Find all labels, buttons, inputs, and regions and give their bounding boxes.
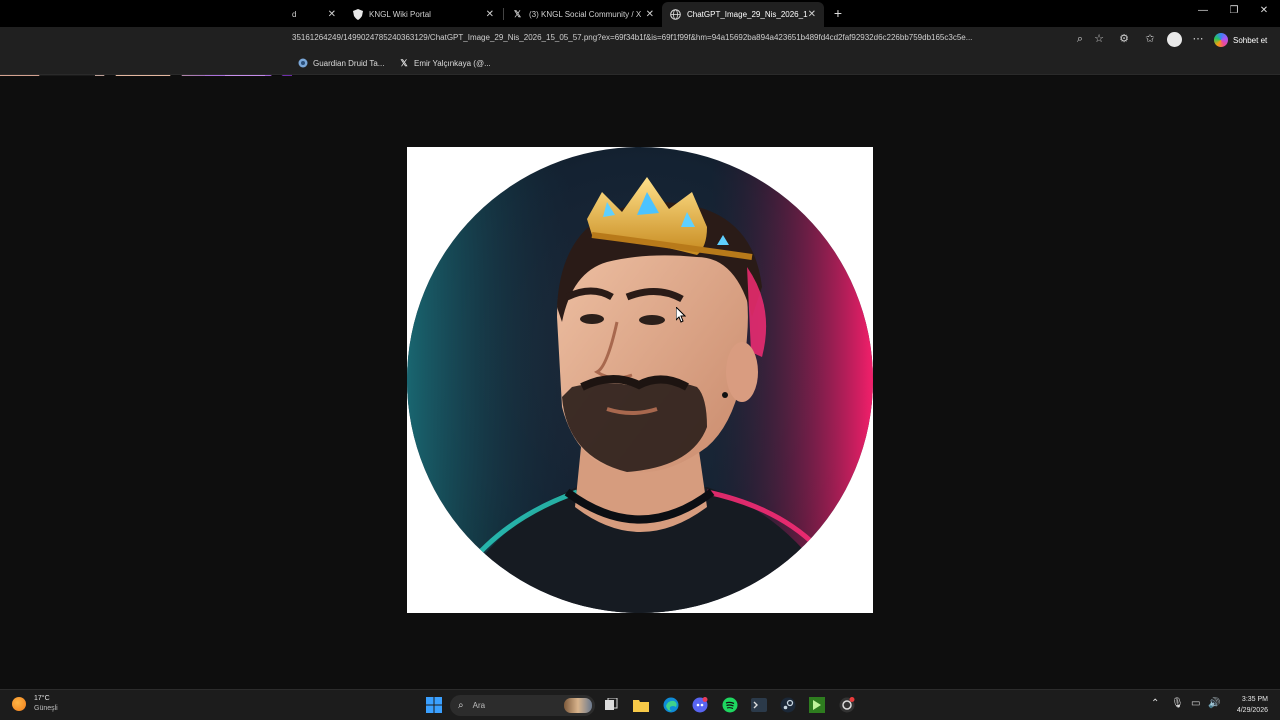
weather-widget[interactable]: 17°C Güneşli <box>12 694 58 714</box>
guardian-icon <box>298 58 308 68</box>
microphone-icon[interactable]: 🎙 <box>1171 698 1184 709</box>
x-logo-icon: 𝕏 <box>513 9 522 19</box>
task-view-icon[interactable] <box>601 695 621 715</box>
tab-kngl-social[interactable]: 𝕏 (3) KNGL Social Community / X ✕ <box>504 2 662 27</box>
bookmarks-bar: Guardian Druid Ta... 𝕏 Emir Yalçınkaya (… <box>0 53 1280 75</box>
extensions-icon[interactable]: ⚙ <box>1117 32 1131 46</box>
close-icon[interactable]: ✕ <box>486 9 494 20</box>
address-bar[interactable]: 35161264249/1499024785240363129/ChatGPT_… <box>292 33 1062 42</box>
tab-partial[interactable]: d ✕ <box>284 2 344 27</box>
portrait-illustration <box>407 147 873 613</box>
terminal-icon[interactable] <box>749 695 769 715</box>
close-icon[interactable]: ✕ <box>808 9 816 20</box>
copilot-label: Sohbet et <box>1233 35 1268 45</box>
favorites-icon[interactable]: ✩ <box>1143 32 1157 46</box>
bookmark-label: Emir Yalçınkaya (@... <box>414 58 491 68</box>
steam-icon[interactable] <box>778 695 798 715</box>
tab-title: KNGL Wiki Portal <box>369 10 431 19</box>
more-options-icon[interactable]: ⋯ <box>1191 32 1205 46</box>
bookmark-item[interactable]: Guardian Druid Ta... <box>298 58 384 68</box>
start-button[interactable] <box>424 695 444 715</box>
tray-overflow-icon[interactable]: ⌃ <box>1151 698 1159 709</box>
close-icon[interactable]: ✕ <box>646 9 654 20</box>
tab-kngl-wiki[interactable]: KNGL Wiki Portal ✕ <box>344 2 502 27</box>
globe-icon <box>670 9 681 20</box>
close-icon[interactable]: ✕ <box>328 9 336 20</box>
search-icon: ⌕ <box>458 700 464 711</box>
copilot-icon <box>1214 33 1228 47</box>
restore-button[interactable]: ❐ <box>1226 5 1242 16</box>
volume-icon[interactable]: 🔊 <box>1208 698 1220 709</box>
bookmark-item[interactable]: 𝕏 Emir Yalçınkaya (@... <box>399 57 491 68</box>
shield-logo-icon <box>352 9 363 20</box>
clock-time: 3:35 PM <box>1241 696 1268 703</box>
close-window-button[interactable]: ✕ <box>1256 5 1272 16</box>
profile-avatar[interactable] <box>1167 32 1182 47</box>
browser-tab-strip: d ✕ KNGL Wiki Portal ✕ 𝕏 (3) KNGL Social… <box>0 0 1280 27</box>
taskbar-search[interactable]: ⌕ Ara <box>450 695 595 716</box>
x-logo-icon: 𝕏 <box>400 57 408 68</box>
edge-browser-icon[interactable] <box>661 695 681 715</box>
bookmark-label: Guardian Druid Ta... <box>313 58 385 68</box>
weather-temp: 17°C <box>34 695 50 702</box>
windows-taskbar: 17°C Güneşli ⌕ Ara ⌃ 🎙 ▭ 🔊 3:35 PM 4/29/… <box>0 689 1280 720</box>
new-tab-button[interactable]: + <box>830 5 846 21</box>
network-icon[interactable]: ▭ <box>1191 698 1200 709</box>
streaming-app-icon[interactable] <box>807 695 827 715</box>
zoom-icon[interactable]: ⌕ <box>1073 32 1087 46</box>
search-highlight-icon <box>564 698 592 713</box>
copilot-button[interactable]: Sohbet et <box>1214 31 1267 49</box>
address-bar-row: 35161264249/1499024785240363129/ChatGPT_… <box>0 27 1280 53</box>
tab-title: d <box>292 10 297 19</box>
file-explorer-icon[interactable] <box>631 695 651 715</box>
sun-icon <box>12 697 26 711</box>
spotify-icon[interactable] <box>720 695 740 715</box>
obs-icon[interactable] <box>837 695 857 715</box>
favorite-star-icon[interactable]: ☆ <box>1092 32 1106 46</box>
tab-chatgpt-image[interactable]: ChatGPT_Image_29_Nis_2026_15_0 ✕ <box>662 2 824 27</box>
mouse-cursor-icon <box>675 305 687 328</box>
tab-title: (3) KNGL Social Community / X <box>529 10 642 19</box>
clock-date: 4/29/2026 <box>1236 707 1268 714</box>
displayed-image[interactable] <box>407 147 873 613</box>
minimize-button[interactable]: — <box>1195 5 1211 16</box>
search-placeholder: Ara <box>472 701 486 710</box>
system-clock[interactable]: 3:35 PM 4/29/2026 <box>1226 694 1268 716</box>
weather-desc: Güneşli <box>34 705 58 712</box>
tab-title: ChatGPT_Image_29_Nis_2026_15_0 <box>687 10 808 19</box>
discord-icon[interactable] <box>690 695 710 715</box>
